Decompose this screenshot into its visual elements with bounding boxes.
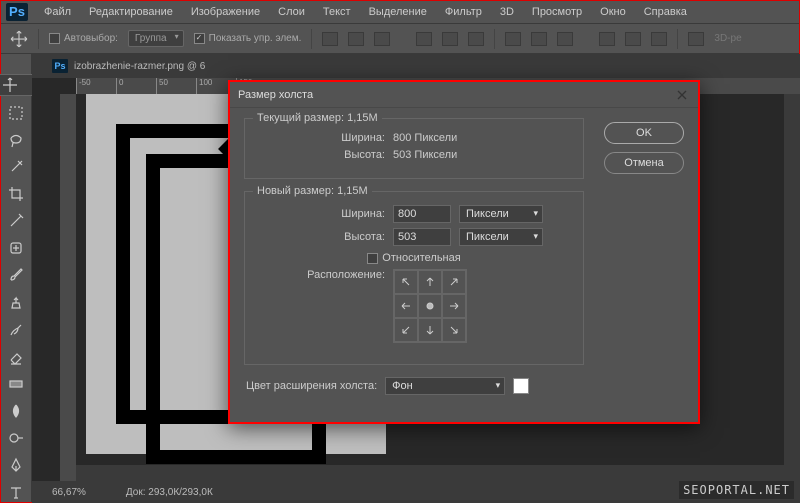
- type-tool[interactable]: [5, 482, 27, 503]
- show-transform-controls-checkbox[interactable]: Показать упр. элем.: [194, 33, 302, 44]
- clone-stamp-tool[interactable]: [5, 292, 27, 313]
- healing-brush-tool[interactable]: [5, 238, 27, 259]
- photoshop-logo: Ps: [6, 3, 28, 21]
- extension-color-select[interactable]: Фон: [385, 377, 505, 395]
- distribute-icon[interactable]: [599, 32, 615, 46]
- height-label: Высота:: [255, 149, 385, 161]
- opt-3d-label: 3D-ре: [714, 33, 741, 44]
- current-size-group: Текущий размер: 1,15M Ширина:800 Пиксели…: [244, 118, 584, 179]
- anchor-grid: [393, 269, 467, 343]
- gradient-tool[interactable]: [5, 373, 27, 394]
- lasso-tool[interactable]: [5, 129, 27, 150]
- extension-color-label: Цвет расширения холста:: [246, 380, 377, 392]
- history-brush-tool[interactable]: [5, 319, 27, 340]
- dodge-tool[interactable]: [5, 428, 27, 449]
- width-label: Ширина:: [255, 132, 385, 144]
- menu-filter[interactable]: Фильтр: [437, 2, 490, 22]
- menu-text[interactable]: Текст: [315, 2, 359, 22]
- width-unit-select[interactable]: Пиксели: [459, 205, 543, 223]
- anchor-s[interactable]: [418, 318, 442, 342]
- menu-file[interactable]: Файл: [36, 2, 79, 22]
- menu-bar: Ps Файл Редактирование Изображение Слои …: [0, 0, 800, 24]
- distribute-icon[interactable]: [557, 32, 573, 46]
- anchor-n[interactable]: [418, 270, 442, 294]
- document-size[interactable]: Док: 293,0К/293,0К: [126, 487, 213, 498]
- options-bar: Автовыбор: Группа Показать упр. элем. 3D…: [0, 24, 800, 54]
- new-height-input[interactable]: [393, 228, 451, 246]
- zoom-level[interactable]: 66,67%: [52, 487, 86, 498]
- menu-layers[interactable]: Слои: [270, 2, 313, 22]
- menu-edit[interactable]: Редактирование: [81, 2, 181, 22]
- dialog-title: Размер холста: [238, 89, 313, 101]
- menu-window[interactable]: Окно: [592, 2, 634, 22]
- anchor-label: Расположение:: [255, 269, 385, 281]
- anchor-w[interactable]: [394, 294, 418, 318]
- anchor-se[interactable]: [442, 318, 466, 342]
- ps-doc-icon: Ps: [52, 59, 68, 73]
- toolbox: [0, 54, 32, 503]
- watermark: SEOPORTAL.NET: [679, 481, 794, 499]
- scrollbar-horizontal[interactable]: [76, 465, 784, 481]
- anchor-center[interactable]: [418, 294, 442, 318]
- align-icon[interactable]: [374, 32, 390, 46]
- anchor-ne[interactable]: [442, 270, 466, 294]
- anchor-e[interactable]: [442, 294, 466, 318]
- align-icon[interactable]: [416, 32, 432, 46]
- distribute-icon[interactable]: [625, 32, 641, 46]
- anchor-sw[interactable]: [394, 318, 418, 342]
- menu-help[interactable]: Справка: [636, 2, 695, 22]
- new-width-input[interactable]: [393, 205, 451, 223]
- extension-color-swatch[interactable]: [513, 378, 529, 394]
- brush-tool[interactable]: [5, 265, 27, 286]
- menu-image[interactable]: Изображение: [183, 2, 268, 22]
- align-icon[interactable]: [322, 32, 338, 46]
- close-icon[interactable]: [674, 87, 690, 103]
- auto-select-dropdown[interactable]: Группа: [128, 30, 184, 47]
- 3d-mode-icon[interactable]: [688, 32, 704, 46]
- eyedropper-tool[interactable]: [5, 211, 27, 232]
- relative-checkbox[interactable]: Относительная: [367, 252, 460, 264]
- menu-view[interactable]: Просмотр: [524, 2, 590, 22]
- align-icon[interactable]: [348, 32, 364, 46]
- magic-wand-tool[interactable]: [5, 156, 27, 177]
- canvas-size-dialog: Размер холста Текущий размер: 1,15M Шири…: [228, 80, 700, 424]
- menu-3d[interactable]: 3D: [492, 2, 522, 22]
- scrollbar-vertical[interactable]: [784, 94, 800, 481]
- move-tool-icon: [10, 30, 28, 48]
- current-width-value: 800 Пиксели: [393, 132, 457, 144]
- marquee-tool[interactable]: [5, 102, 27, 123]
- ruler-vertical[interactable]: [60, 94, 76, 481]
- distribute-icon[interactable]: [651, 32, 667, 46]
- eraser-tool[interactable]: [5, 346, 27, 367]
- blur-tool[interactable]: [5, 401, 27, 422]
- distribute-icon[interactable]: [531, 32, 547, 46]
- ok-button[interactable]: OK: [604, 122, 684, 144]
- cancel-button[interactable]: Отмена: [604, 152, 684, 174]
- align-icon[interactable]: [442, 32, 458, 46]
- menu-select[interactable]: Выделение: [361, 2, 435, 22]
- pen-tool[interactable]: [5, 455, 27, 476]
- document-tab-title: izobrazhenie-razmer.png @ 6: [74, 61, 205, 72]
- document-tab[interactable]: Ps izobrazhenie-razmer.png @ 6: [32, 54, 800, 78]
- new-size-group: Новый размер: 1,15M Ширина: Пиксели Высо…: [244, 191, 584, 365]
- anchor-nw[interactable]: [394, 270, 418, 294]
- crop-tool[interactable]: [5, 183, 27, 204]
- current-height-value: 503 Пиксели: [393, 149, 457, 161]
- align-icon[interactable]: [468, 32, 484, 46]
- height-unit-select[interactable]: Пиксели: [459, 228, 543, 246]
- auto-select-checkbox[interactable]: Автовыбор:: [49, 33, 118, 44]
- distribute-icon[interactable]: [505, 32, 521, 46]
